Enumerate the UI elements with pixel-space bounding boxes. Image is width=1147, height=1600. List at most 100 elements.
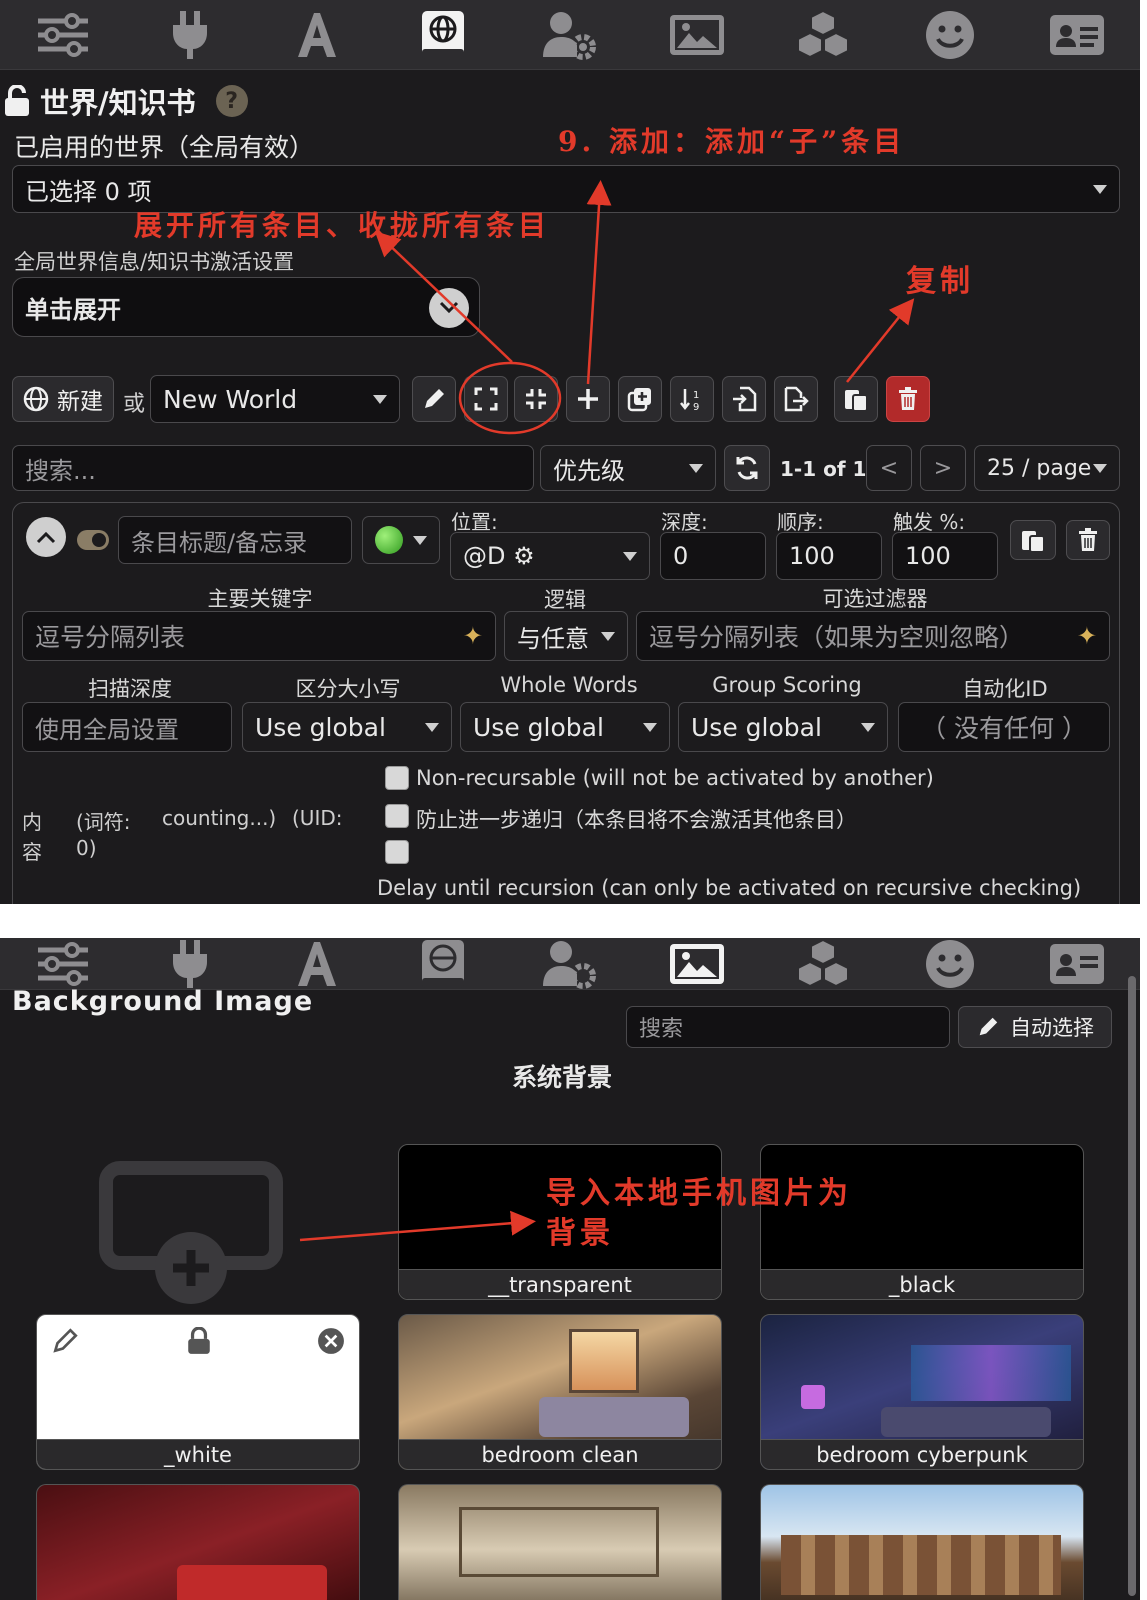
id-card-icon[interactable] [1013, 938, 1140, 990]
bg-search-input[interactable]: 搜索 [626, 1006, 950, 1048]
book-globe-icon[interactable] [380, 938, 507, 990]
cubes-icon[interactable] [760, 0, 887, 70]
close-icon[interactable] [317, 1327, 345, 1355]
new-world-button[interactable]: 新建 [12, 376, 114, 422]
copy-entry-button[interactable] [1010, 520, 1056, 560]
bg-card-bedroom-clean[interactable]: bedroom clean [398, 1314, 722, 1470]
pencil-icon[interactable] [51, 1327, 79, 1355]
annotation-import-1: 导入本地手机图片为 [546, 1176, 852, 1211]
unlock-icon[interactable] [4, 85, 30, 117]
entry-search-input[interactable]: 搜索... [12, 445, 534, 491]
prevent-recursion-checkbox[interactable] [385, 804, 409, 828]
book-globe-icon[interactable] [380, 0, 507, 70]
sliders-icon[interactable] [0, 938, 127, 990]
globe-icon [23, 386, 49, 412]
sparkles-icon[interactable]: ✦ [463, 622, 483, 650]
group-scoring-label: Group Scoring [712, 673, 862, 697]
order-input[interactable]: 100 [776, 532, 882, 580]
trigger-input[interactable]: 100 [892, 532, 998, 580]
collapse-entry-icon[interactable] [26, 517, 66, 557]
background-image-panel: Background Image 搜索 自动选择 系统背景 __transpar… [0, 938, 1140, 1600]
next-page-button[interactable]: > [920, 445, 966, 491]
refresh-button[interactable] [724, 445, 770, 491]
non-recursable-label: Non-recursable (will not be activated by… [416, 766, 934, 790]
import-world-button[interactable] [722, 376, 766, 422]
compress-icon [526, 389, 546, 409]
smile-icon[interactable] [887, 938, 1014, 990]
whole-words-label: Whole Words [500, 673, 638, 697]
bg-card-japanese-room[interactable] [398, 1484, 722, 1600]
non-recursable-checkbox[interactable] [385, 766, 409, 790]
entry-toggle[interactable] [77, 530, 109, 550]
help-icon[interactable]: ? [215, 85, 248, 117]
pencil-icon [425, 389, 444, 408]
case-sensitive-select[interactable]: Use global [242, 702, 452, 752]
copy-world-button[interactable] [834, 376, 878, 422]
bg-card-white[interactable]: _white [36, 1314, 360, 1470]
auto-select-button[interactable]: 自动选择 [958, 1006, 1112, 1048]
auto-select-label: 自动选择 [1010, 1016, 1094, 1040]
export-world-button[interactable] [774, 376, 818, 422]
lock-icon[interactable] [185, 1327, 213, 1355]
filter-label: 可选过滤器 [822, 587, 928, 611]
duplicate-world-button[interactable] [618, 376, 662, 422]
top-navbar [0, 938, 1140, 990]
sliders-icon[interactable] [0, 0, 127, 70]
prev-page-button[interactable]: < [866, 445, 912, 491]
expand-all-button[interactable] [464, 376, 508, 422]
bg-card-red-bedroom[interactable] [36, 1484, 360, 1600]
sort-entries-button[interactable]: 19 [670, 376, 714, 422]
page-size-value: 25 / page [987, 455, 1092, 481]
scrollbar[interactable] [1128, 976, 1136, 1596]
cubes-icon[interactable] [760, 938, 887, 990]
logic-select[interactable]: 与任意 [504, 611, 628, 661]
annotation-copy: 复制 [906, 264, 974, 299]
user-gear-icon[interactable] [507, 938, 634, 990]
whole-words-select[interactable]: Use global [460, 702, 670, 752]
world-select[interactable]: New World [150, 375, 400, 423]
user-gear-icon[interactable] [507, 0, 634, 70]
sort-select[interactable]: 优先级 [540, 445, 716, 491]
sparkles-icon[interactable]: ✦ [1077, 622, 1097, 650]
rename-world-button[interactable] [412, 376, 456, 422]
paste-icon [845, 390, 868, 412]
automation-placeholder: （ 没有任何 ） [921, 714, 1087, 743]
activation-settings-expander[interactable]: 单击展开 [12, 277, 480, 337]
plug-icon[interactable] [127, 0, 254, 70]
font-icon[interactable] [253, 938, 380, 990]
group-scoring-select[interactable]: Use global [678, 702, 888, 752]
uid-label: (UID: [292, 806, 343, 830]
delete-world-button[interactable] [886, 376, 930, 422]
font-icon[interactable] [253, 0, 380, 70]
filter-input[interactable]: 逗号分隔列表（如果为空则忽略） ✦ [636, 611, 1110, 661]
image-icon[interactable] [633, 0, 760, 70]
image-icon[interactable] [633, 938, 760, 990]
scan-depth-placeholder: 使用全局设置 [35, 715, 179, 744]
trigger-label: 触发 %: [893, 510, 966, 534]
smile-icon[interactable] [887, 0, 1014, 70]
plug-icon[interactable] [127, 938, 254, 990]
depth-input[interactable]: 0 [660, 532, 766, 580]
position-select[interactable]: @D ⚙ [450, 532, 650, 580]
primary-keys-input[interactable]: 逗号分隔列表 ✦ [22, 611, 496, 661]
scan-depth-input[interactable]: 使用全局设置 [22, 702, 232, 752]
bg-card-medieval-town[interactable] [760, 1484, 1084, 1600]
entry-status-select[interactable] [362, 516, 440, 564]
id-card-icon[interactable] [1013, 0, 1140, 70]
page-size-select[interactable]: 25 / page [974, 445, 1120, 491]
collapse-all-button[interactable] [514, 376, 558, 422]
automation-id-input[interactable]: （ 没有任何 ） [898, 702, 1110, 752]
delay-recursion-checkbox[interactable] [385, 840, 409, 864]
bg-card-bedroom-cyberpunk[interactable]: bedroom cyberpunk [760, 1314, 1084, 1470]
plus-icon [578, 389, 598, 409]
annotation-add-child: 9. 添加：添加“子”条目 [558, 125, 906, 158]
delete-entry-button[interactable] [1066, 520, 1110, 560]
position-label: 位置: [451, 510, 498, 534]
depth-value: 0 [673, 542, 689, 570]
svg-text:9: 9 [693, 402, 699, 412]
add-entry-button[interactable] [566, 376, 610, 422]
entry-title-input[interactable]: 条目标题/备忘录 [118, 516, 352, 564]
add-image-icon[interactable] [96, 1158, 286, 1312]
panel-title: Background Image [12, 986, 314, 1017]
token-count-value: counting...) [162, 806, 277, 830]
